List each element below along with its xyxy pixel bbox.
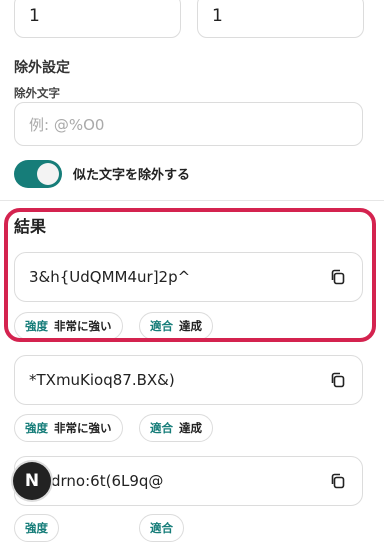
password-result-3: drno:6t(6L9q@ bbox=[14, 456, 363, 506]
highlight-box bbox=[4, 208, 376, 342]
min-count-input[interactable]: 1 bbox=[14, 0, 181, 38]
password-text: *TXmuKioq87.BX&) bbox=[29, 371, 175, 389]
divider bbox=[0, 200, 384, 201]
match-value: 達成 bbox=[179, 421, 202, 435]
copy-icon[interactable] bbox=[328, 471, 348, 491]
match-badge: 適合 bbox=[139, 514, 184, 542]
strength-key: 強度 bbox=[25, 421, 48, 435]
strength-value: 非常に強い bbox=[54, 421, 112, 435]
copy-icon[interactable] bbox=[328, 370, 348, 390]
strength-badge: 強度 bbox=[14, 514, 59, 542]
password-result-2: *TXmuKioq87.BX&) bbox=[14, 355, 363, 405]
match-badge: 適合 達成 bbox=[139, 414, 213, 442]
exclusion-section-title: 除外設定 bbox=[14, 60, 70, 76]
next-logo-button[interactable]: N bbox=[13, 462, 51, 500]
match-key: 適合 bbox=[150, 421, 173, 435]
exclude-similar-label: 似た文字を除外する bbox=[73, 168, 191, 183]
exclude-chars-input[interactable]: 例: @%O0 bbox=[14, 102, 363, 146]
match-key: 適合 bbox=[150, 521, 173, 535]
strength-key: 強度 bbox=[25, 521, 48, 535]
exclude-similar-toggle[interactable] bbox=[14, 160, 62, 188]
toggle-knob bbox=[37, 163, 59, 185]
exclude-chars-label: 除外文字 bbox=[14, 86, 60, 100]
min-symbol-input[interactable]: 1 bbox=[197, 0, 364, 38]
strength-badge: 強度 非常に強い bbox=[14, 414, 123, 442]
